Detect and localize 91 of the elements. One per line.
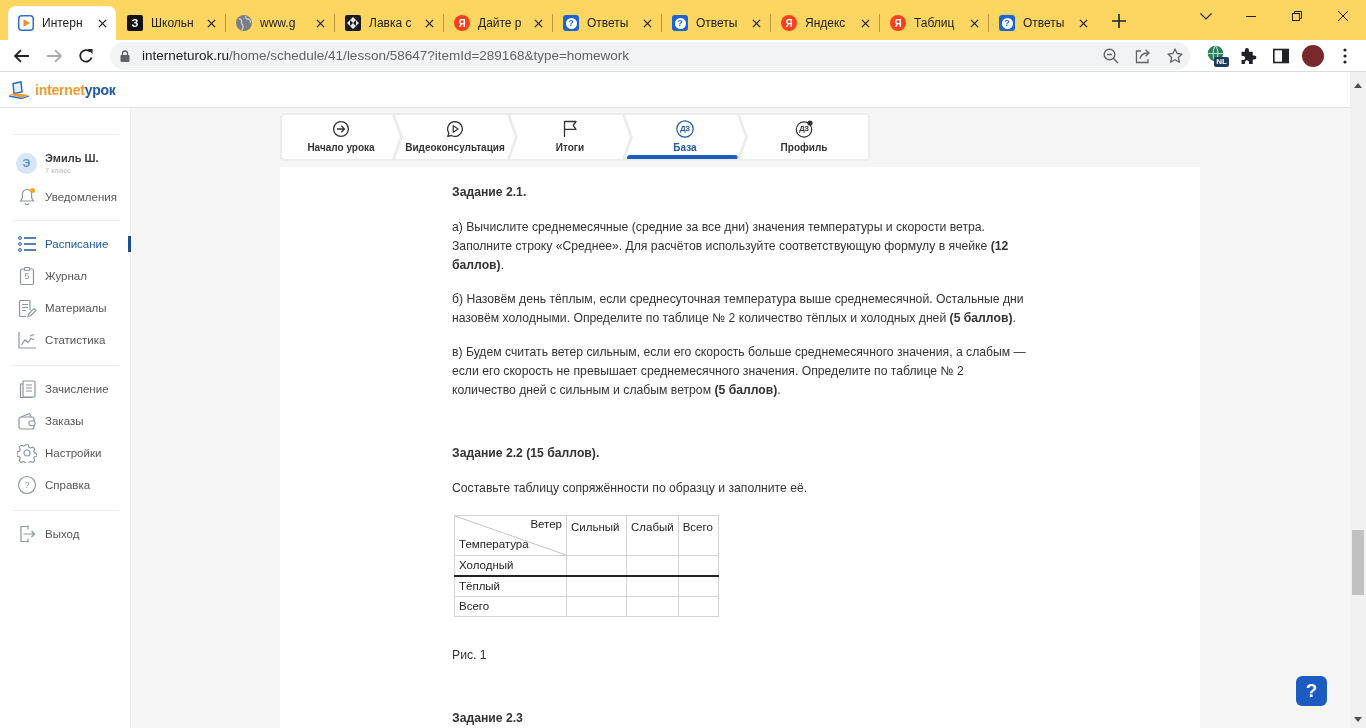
scroll-down-icon[interactable] [1354,717,1362,722]
row-header: Холодный [454,555,567,576]
lesson-step-tab[interactable]: Итоги [510,115,630,159]
puzzle-icon [1241,47,1257,64]
user-name: Эмиль Ш. [45,151,99,164]
chevron-down-icon [1200,12,1212,20]
task-text: в) Будем считать ветер сильным, если его скорость больше среднемесячного значения, а слабым — если его скорость не превышает среднемесячного значения. Определите по таблице № 2 количество дней с сильным и слабым ветром (5 баллов). [452,344,1026,399]
task-title: Задание 2.1. [452,184,527,201]
browser-tab[interactable]: З Школьн [117,6,225,40]
browser-tab[interactable]: Я Таблиц [880,6,988,40]
forward-arrow-icon [46,47,62,64]
letter-icon: Я [454,15,470,31]
lesson-step-tab[interactable]: Видеоконсультация [395,115,515,159]
column-header: Слабый [626,515,679,556]
browser-tab[interactable]: ? Ответы [553,6,661,40]
kebab-menu-icon [1343,47,1347,64]
close-icon[interactable] [861,18,870,28]
sidebar-item[interactable]: Зачисление [0,373,130,405]
side-panel-icon [1273,47,1289,64]
help-button[interactable]: ? [1296,676,1327,706]
close-icon[interactable] [970,18,979,28]
browser-tab[interactable]: Я Яндекс [771,6,879,40]
close-icon[interactable] [643,18,652,28]
sidebar-item[interactable]: Расписание [0,228,130,260]
question-icon: ? [999,15,1015,31]
task-text: а) Вычислите среднемесячные (средние за все дни) значения температуры и скорости ветра. Заполните строку «Среднее». Для расчётов используйте соответствующую формулу в ячейке (12 баллов). [452,219,1010,274]
browser-tab[interactable]: ? Ответы [662,6,770,40]
browser-tab[interactable]: ? Ответы [989,6,1097,40]
letter-icon: З [127,15,143,31]
question-icon: ? [672,15,688,31]
column-header: Всего [678,515,719,556]
sidebar-item[interactable]: Уведомления [0,183,130,211]
sidebar-item[interactable]: Выход [0,518,130,550]
lesson-step-tab[interactable]: Начало урока [282,115,400,159]
laptop-logo-icon [8,80,30,99]
browser-tab[interactable]: Интерн [8,6,116,40]
column-axis-label: Ветер [530,517,562,532]
close-icon[interactable] [752,18,761,28]
clipboard-icon: 5 [17,266,37,286]
scrollbar-thumb[interactable] [1352,530,1364,595]
letter-icon: Я [890,15,906,31]
row-axis-label: Температура [459,537,529,552]
flag-icon [561,120,579,138]
help-icon: ? [17,475,37,495]
task-title: Задание 2.2 (15 баллов). [452,445,600,462]
play-icon [18,15,34,31]
figure-caption: Рис. 1 [452,647,487,664]
lock-icon [120,49,130,62]
letter-icon: Я [781,15,797,31]
sidebar-item[interactable]: Статистика [0,324,130,356]
close-icon[interactable] [207,18,216,28]
close-icon[interactable] [534,18,543,28]
star-icon [1167,47,1183,64]
new-tab-button[interactable] [1109,11,1129,31]
close-icon[interactable] [1079,18,1088,28]
reload-icon [78,47,94,64]
question-icon: ? [563,15,579,31]
translate-extension-button[interactable]: NL [1203,41,1231,70]
browser-tab[interactable]: Я Дайте р [444,6,552,40]
avatar-icon: Э [16,152,37,174]
scroll-up-icon[interactable] [1354,83,1362,88]
task-text: б) Назовём день тёплым, если среднесуточная температура выше среднемесячной. Остальные дни назовём холодными. Определите по таблице № 2 количество тёплых и холодных дней (5 баллов). [452,291,1025,327]
site-logo[interactable]: internetурок [35,81,116,98]
task-title: Задание 2.3 [452,710,523,727]
close-icon[interactable] [316,18,325,28]
close-icon[interactable] [98,18,107,28]
sidebar-item[interactable]: ? Справка [0,469,130,501]
plus-icon [1112,14,1126,28]
close-icon[interactable] [425,18,434,28]
emblem-icon [345,15,361,31]
sidebar-item[interactable]: Заказы [0,405,130,437]
arrow-circle-icon [332,120,350,138]
browser-tab[interactable]: Лавка с [335,6,443,40]
address-bar[interactable]: interneturok.ru/home/schedule/41/lesson/58647?itemId=289168&type=homework [110,41,1190,70]
back-arrow-icon [14,47,30,64]
column-header: Сильный [566,515,627,556]
row-header: Тёплый [454,576,567,597]
scrollbar[interactable] [1350,72,1366,728]
sidebar-item[interactable]: Настройки [0,437,130,469]
browser-tab[interactable]: www.g [226,6,334,40]
restore-icon [1292,11,1302,21]
task-text: Составьте таблицу сопряжённости по образцу и заполните её. [452,480,809,497]
sidebar-item[interactable]: Материалы [0,292,130,324]
globe-icon [236,15,252,31]
close-icon [1338,11,1348,21]
zoom-out-icon [1103,47,1119,64]
row-header: Всего [454,596,567,617]
share-icon [1135,47,1151,64]
minimize-icon [1246,15,1256,17]
sidebar-item[interactable]: 5 Журнал [0,260,130,292]
play-bubble-icon [446,120,464,138]
